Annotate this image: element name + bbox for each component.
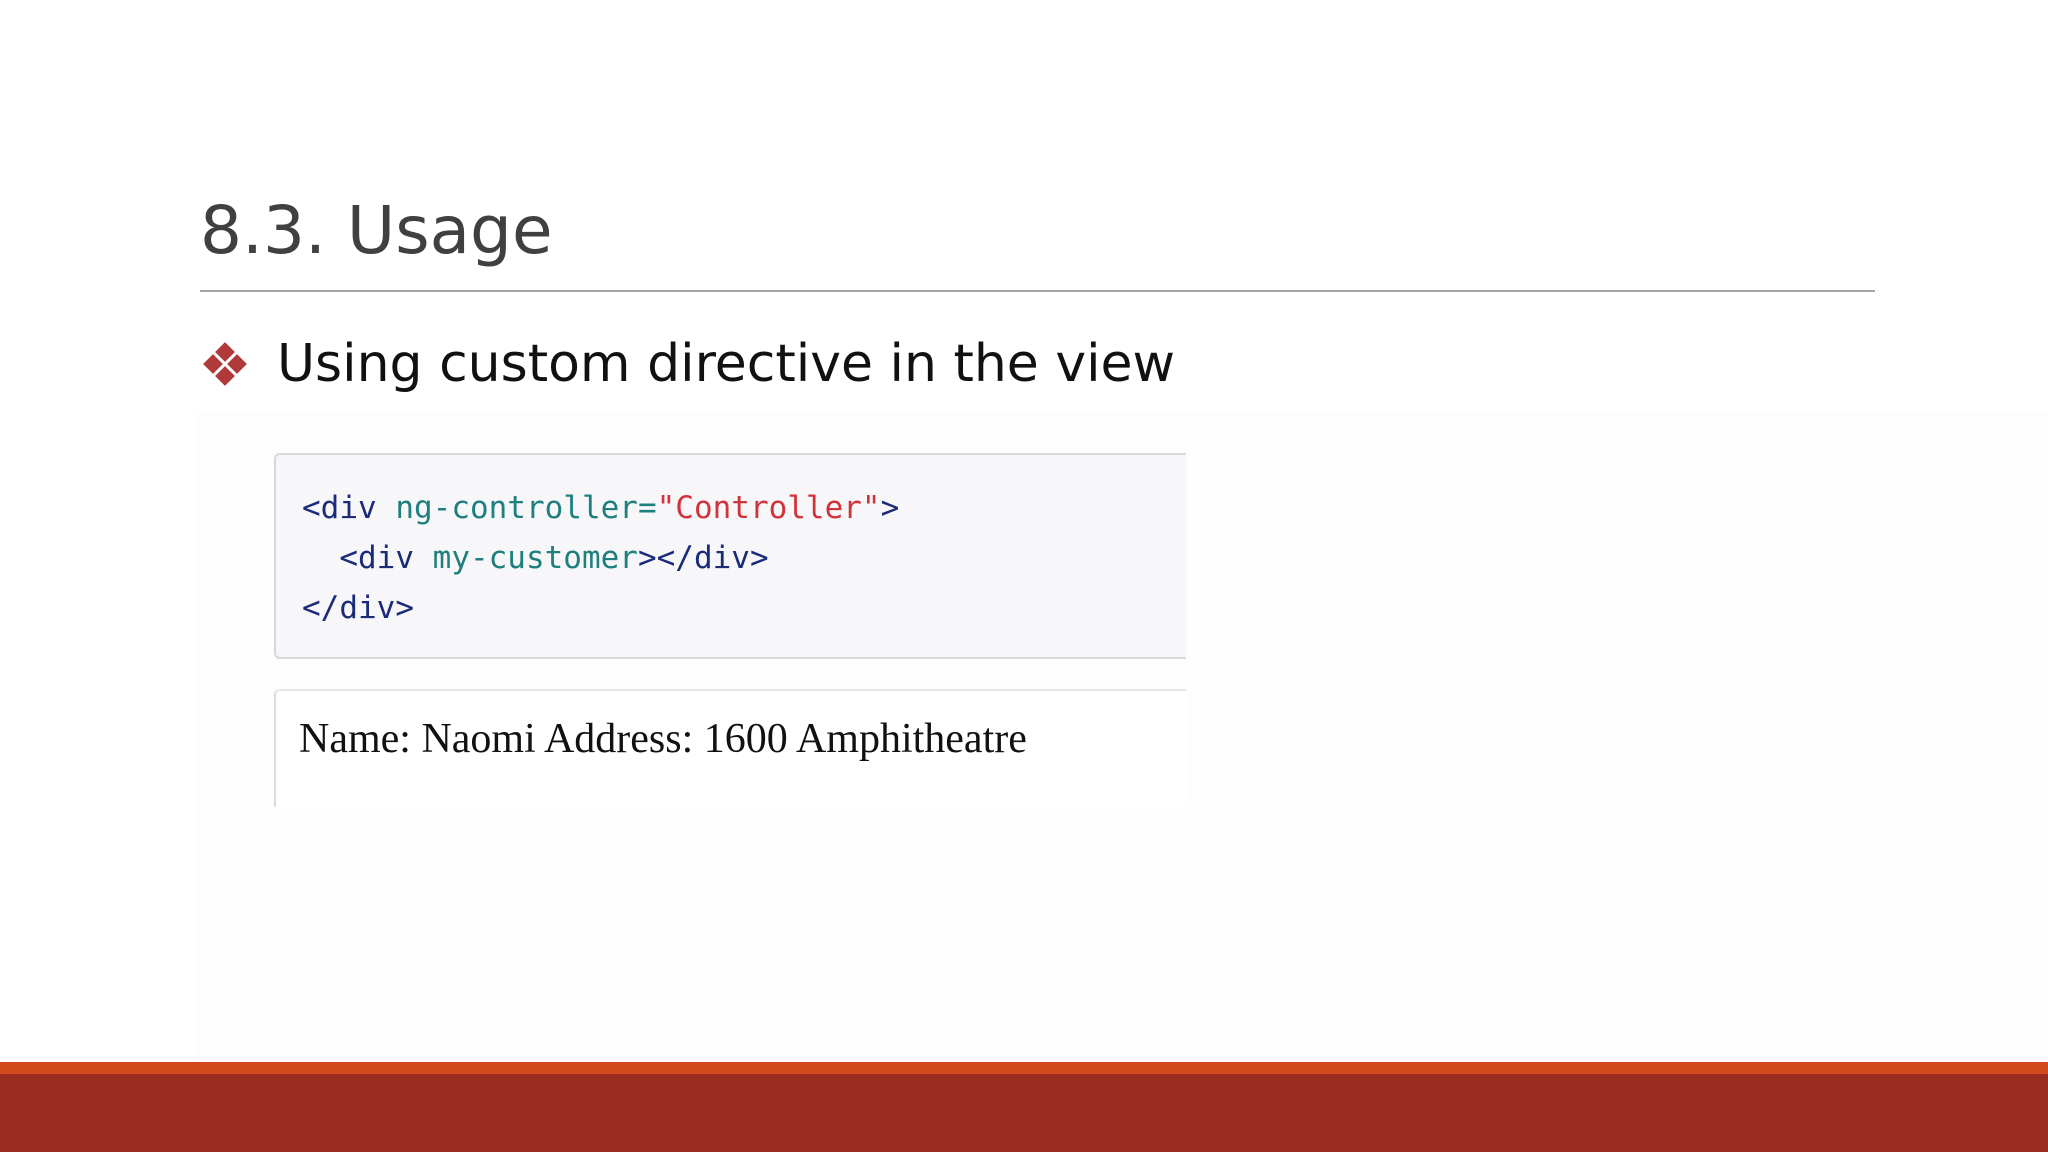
output-text: Name: Naomi Address: 1600 Amphitheatre xyxy=(299,716,1027,762)
code-token-tag: ></div> xyxy=(637,540,769,576)
code-line: </div> xyxy=(302,593,414,624)
code-token-string: "Controller" xyxy=(656,490,881,526)
code-block: <div ng-controller="Controller"> <div my… xyxy=(274,453,1186,659)
title-divider xyxy=(200,290,1875,292)
code-token-attr: my-customer xyxy=(432,540,638,576)
code-line: <div my-customer></div> xyxy=(302,540,769,576)
bullet-text: Using custom directive in the view xyxy=(277,334,1176,394)
diamond-cluster-bullet-icon xyxy=(200,339,250,389)
code-token-tag: <div xyxy=(339,540,433,576)
code-line: <div ng-controller="Controller"> xyxy=(302,493,899,524)
code-token-tag: </div> xyxy=(302,590,414,626)
footer-accent-stripe xyxy=(0,1062,2048,1074)
bullet-item: Using custom directive in the view xyxy=(200,334,1175,394)
code-token-tag: > xyxy=(880,490,900,526)
slide-title: 8.3. Usage xyxy=(200,192,553,269)
code-token-indent xyxy=(302,540,339,576)
code-token-tag: <div xyxy=(302,490,396,526)
rendered-output: Name: Naomi Address: 1600 Amphitheatre xyxy=(274,689,1186,807)
code-token-attr: ng-controller= xyxy=(395,490,657,526)
footer-bar xyxy=(0,1074,2048,1152)
